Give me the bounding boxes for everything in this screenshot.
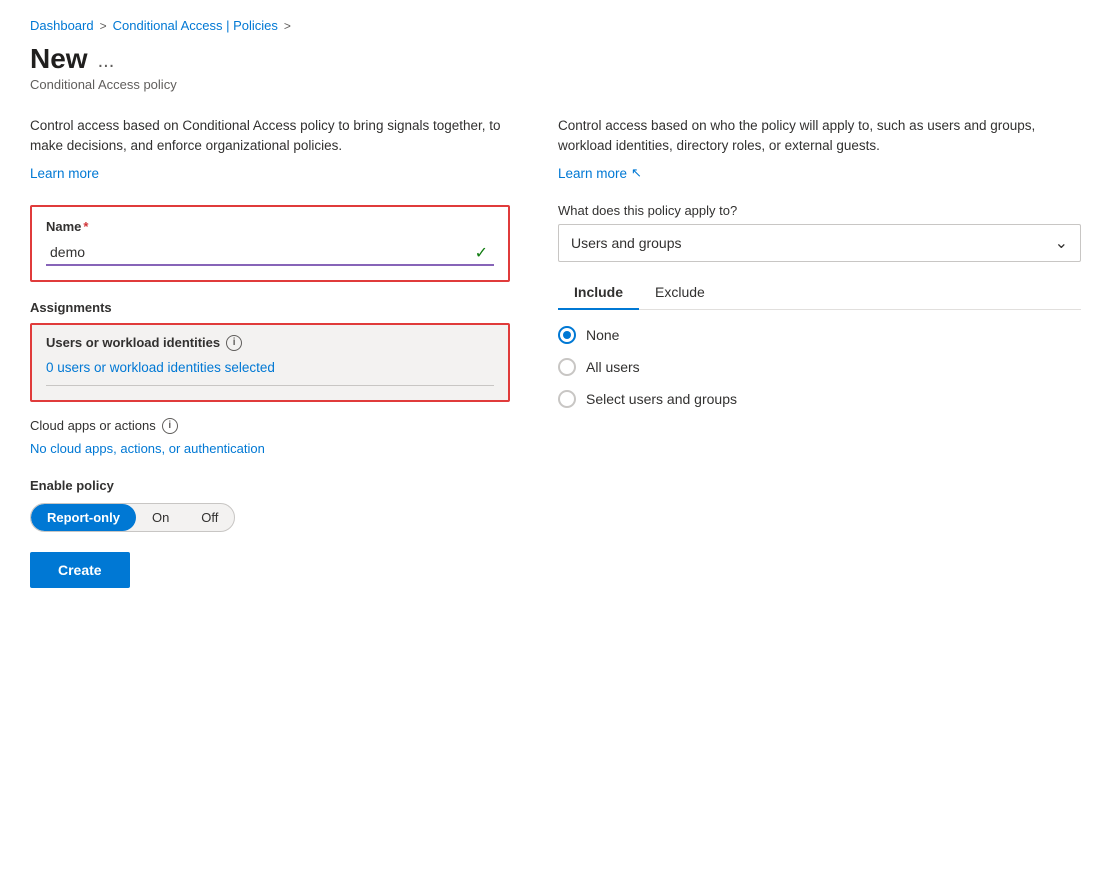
users-workload-box: Users or workload identities i 0 users o…: [30, 323, 510, 402]
toggle-pill: Report-only On Off: [30, 503, 235, 532]
enable-policy-label: Enable policy: [30, 478, 510, 493]
toggle-group: Report-only On Off: [30, 503, 510, 532]
tab-exclude[interactable]: Exclude: [639, 276, 721, 309]
cloud-apps-info-icon[interactable]: i: [162, 418, 178, 434]
cloud-apps-link[interactable]: No cloud apps, actions, or authenticatio…: [30, 441, 265, 456]
policy-applies-dropdown[interactable]: Users and groups ⌄: [558, 224, 1081, 262]
cloud-apps-label: Cloud apps or actions: [30, 418, 156, 433]
name-input-wrapper: ✓: [46, 240, 494, 266]
left-learn-more-link[interactable]: Learn more: [30, 166, 99, 181]
radio-none[interactable]: None: [558, 326, 1081, 344]
breadcrumb-sep-1: >: [100, 19, 107, 33]
breadcrumb: Dashboard > Conditional Access | Policie…: [30, 18, 1081, 33]
create-button[interactable]: Create: [30, 552, 130, 588]
radio-all-users[interactable]: All users: [558, 358, 1081, 376]
name-label: Name*: [46, 219, 494, 234]
cursor-icon: ↖: [631, 165, 642, 181]
assignments-label: Assignments: [30, 300, 510, 315]
left-column: Control access based on Conditional Acce…: [30, 116, 510, 588]
toggle-off[interactable]: Off: [185, 504, 234, 531]
breadcrumb-policies[interactable]: Conditional Access | Policies: [113, 18, 278, 33]
name-section: Name* ✓: [30, 205, 510, 282]
page-title-ellipsis[interactable]: ...: [98, 50, 115, 73]
tab-include[interactable]: Include: [558, 276, 639, 310]
info-icon[interactable]: i: [226, 335, 242, 351]
left-description: Control access based on Conditional Acce…: [30, 116, 510, 157]
radio-none-dot: [563, 331, 571, 339]
toggle-report-only[interactable]: Report-only: [31, 504, 136, 531]
dropdown-value: Users and groups: [571, 235, 682, 251]
cloud-apps-row: Cloud apps or actions i: [30, 418, 510, 434]
radio-none-circle: [558, 326, 576, 344]
users-workload-title: Users or workload identities i: [46, 335, 494, 351]
tabs-row: Include Exclude: [558, 276, 1081, 310]
page-subtitle: Conditional Access policy: [30, 77, 1081, 92]
required-star: *: [83, 219, 88, 234]
main-columns: Control access based on Conditional Acce…: [30, 116, 1081, 588]
right-description: Control access based on who the policy w…: [558, 116, 1081, 157]
page-wrapper: Dashboard > Conditional Access | Policie…: [0, 0, 1111, 877]
radio-select-users-label: Select users and groups: [586, 391, 737, 407]
right-column: Control access based on who the policy w…: [558, 116, 1081, 588]
applies-to-label: What does this policy apply to?: [558, 203, 1081, 218]
name-input[interactable]: [46, 240, 494, 266]
radio-all-users-circle: [558, 358, 576, 376]
users-workload-title-text: Users or workload identities: [46, 335, 220, 350]
toggle-on[interactable]: On: [136, 504, 185, 531]
breadcrumb-sep-2: >: [284, 19, 291, 33]
check-icon: ✓: [475, 243, 488, 263]
radio-all-users-label: All users: [586, 359, 640, 375]
users-workload-link[interactable]: 0 users or workload identities selected: [46, 360, 275, 375]
radio-group: None All users Select users and groups: [558, 326, 1081, 408]
page-title-row: New ...: [30, 43, 1081, 75]
radio-none-label: None: [586, 327, 619, 343]
breadcrumb-dashboard[interactable]: Dashboard: [30, 18, 94, 33]
radio-select-users-circle: [558, 390, 576, 408]
dropdown-arrow-icon: ⌄: [1055, 233, 1068, 253]
right-learn-more-link[interactable]: Learn more ↖: [558, 165, 642, 181]
page-title: New: [30, 43, 88, 75]
divider: [46, 385, 494, 386]
radio-select-users[interactable]: Select users and groups: [558, 390, 1081, 408]
